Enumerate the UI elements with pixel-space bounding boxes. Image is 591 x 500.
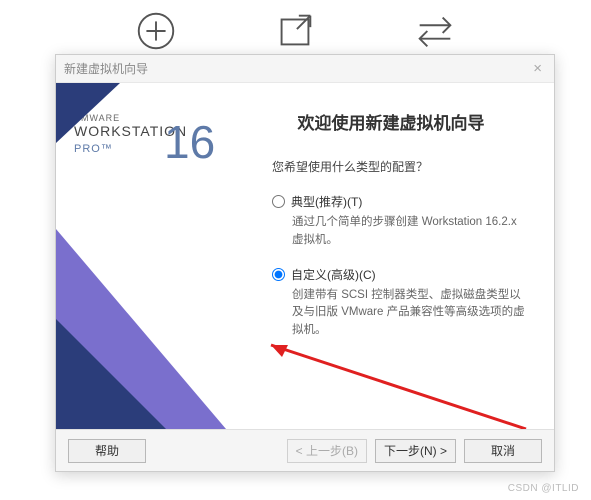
back-button: < 上一步(B) [287, 439, 367, 463]
option-custom-desc: 创建带有 SCSI 控制器类型、虚拟磁盘类型以及与旧版 VMware 产品兼容性… [292, 287, 526, 340]
help-button[interactable]: 帮助 [68, 439, 146, 463]
dialog-titlebar: 新建虚拟机向导 × [56, 55, 554, 83]
next-button[interactable]: 下一步(N) > [375, 439, 456, 463]
watermark-text: CSDN @ITLID [508, 483, 579, 494]
brand-version: 16 [164, 119, 215, 165]
option-typical-label: 典型(推荐)(T) [291, 193, 362, 210]
dialog-content: VMWARE WORKSTATION PRO™ 16 欢迎使用新建虚拟机向导 您… [56, 83, 554, 429]
dialog-main: 欢迎使用新建虚拟机向导 您希望使用什么类型的配置？ 典型(推荐)(T) 通过几个… [246, 83, 554, 429]
open-box-icon [272, 8, 318, 54]
dialog-footer: 帮助 < 上一步(B) 下一步(N) > 取消 [56, 429, 554, 471]
dialog-sidebar-graphic: VMWARE WORKSTATION PRO™ 16 [56, 83, 246, 429]
radio-custom[interactable] [272, 268, 285, 281]
transfer-icon [412, 8, 458, 54]
radio-typical[interactable] [272, 195, 285, 208]
close-icon[interactable]: × [529, 60, 546, 77]
wizard-heading: 欢迎使用新建虚拟机向导 [256, 109, 526, 134]
brand-pro: PRO™ [74, 141, 113, 155]
option-custom-label: 自定义(高级)(C) [291, 266, 376, 283]
triangle-decor [56, 319, 166, 429]
dialog-title: 新建虚拟机向导 [64, 60, 148, 77]
triangle-decor [56, 83, 120, 143]
plus-circle-icon [133, 8, 179, 54]
wizard-prompt: 您希望使用什么类型的配置？ [272, 158, 526, 175]
new-vm-wizard-dialog: 新建虚拟机向导 × VMWARE WORKSTATION PRO™ 16 欢迎使… [55, 54, 555, 472]
option-custom[interactable]: 自定义(高级)(C) 创建带有 SCSI 控制器类型、虚拟磁盘类型以及与旧版 V… [272, 266, 526, 340]
option-typical[interactable]: 典型(推荐)(T) 通过几个简单的步骤创建 Workstation 16.2.x… [272, 193, 526, 250]
cancel-button[interactable]: 取消 [464, 439, 542, 463]
option-typical-desc: 通过几个简单的步骤创建 Workstation 16.2.x 虚拟机。 [292, 214, 526, 250]
